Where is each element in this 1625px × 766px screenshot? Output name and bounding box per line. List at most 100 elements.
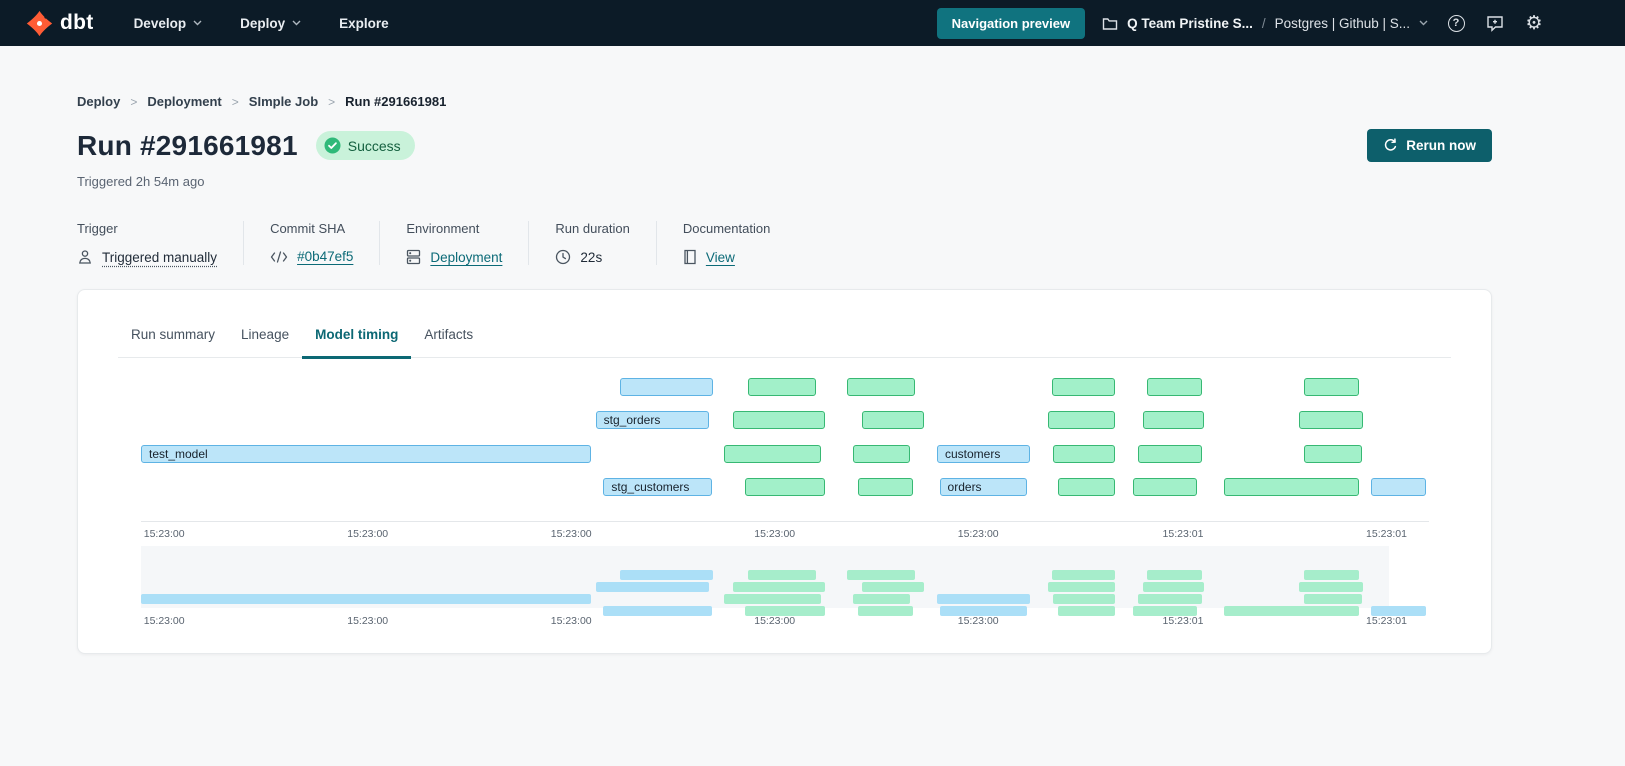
timing-bar[interactable] bbox=[858, 478, 912, 496]
timing-bar[interactable] bbox=[1133, 478, 1197, 496]
overview-bar[interactable] bbox=[724, 594, 821, 604]
timing-bar[interactable] bbox=[853, 445, 910, 463]
dbt-logo[interactable]: dbt bbox=[26, 10, 94, 37]
meta-value-link[interactable]: View bbox=[706, 250, 735, 265]
timing-bar[interactable] bbox=[733, 411, 824, 429]
overview-bar[interactable] bbox=[1053, 594, 1115, 604]
account-switcher[interactable]: Q Team Pristine S... / Postgres | Github… bbox=[1102, 16, 1428, 31]
timing-bar[interactable] bbox=[745, 478, 825, 496]
code-icon bbox=[270, 251, 288, 263]
timing-bar[interactable] bbox=[1048, 411, 1115, 429]
help-icon[interactable]: ? bbox=[1445, 12, 1467, 34]
meta-label: Documentation bbox=[683, 221, 770, 236]
meta-value: Triggered manually bbox=[102, 250, 217, 265]
breadcrumb-separator: > bbox=[328, 95, 335, 109]
timing-bar[interactable] bbox=[620, 378, 713, 396]
overview-bar[interactable] bbox=[620, 570, 713, 580]
rerun-now-button[interactable]: Rerun now bbox=[1367, 129, 1492, 162]
timing-bar[interactable] bbox=[862, 411, 924, 429]
meta-run-duration: Run duration 22s bbox=[528, 221, 655, 265]
overview-bar[interactable] bbox=[1052, 570, 1115, 580]
nav-item-label: Explore bbox=[339, 16, 389, 31]
timing-bar[interactable] bbox=[847, 378, 915, 396]
nav-item-explore[interactable]: Explore bbox=[339, 16, 389, 31]
account-separator: / bbox=[1262, 16, 1266, 31]
timing-bar[interactable] bbox=[748, 378, 816, 396]
meta-label: Trigger bbox=[77, 221, 217, 236]
overview-bar[interactable] bbox=[1058, 606, 1115, 616]
timing-bar[interactable] bbox=[1224, 478, 1359, 496]
meta-value-row: #0b47ef5 bbox=[270, 249, 353, 264]
timing-bar[interactable] bbox=[1304, 445, 1362, 463]
overview-bar[interactable] bbox=[858, 606, 912, 616]
folder-icon bbox=[1102, 16, 1118, 31]
overview-bar[interactable] bbox=[748, 570, 816, 580]
timing-bar-test-model[interactable]: test_model bbox=[141, 445, 591, 463]
overview-bar[interactable] bbox=[847, 570, 915, 580]
breadcrumb-item-simple-job[interactable]: SImple Job bbox=[249, 94, 318, 109]
settings-icon[interactable]: ⚙ bbox=[1523, 12, 1545, 34]
tab-run-summary[interactable]: Run summary bbox=[118, 327, 228, 359]
timing-bar-stg-customers[interactable]: stg_customers bbox=[603, 478, 711, 496]
overview-bar[interactable] bbox=[853, 594, 910, 604]
overview-bar[interactable] bbox=[862, 582, 924, 592]
overview-axis-tick: 15:23:00 bbox=[754, 615, 795, 627]
overview-bar[interactable] bbox=[733, 582, 824, 592]
timing-bar[interactable] bbox=[1052, 378, 1115, 396]
overview-axis-tick: 15:23:00 bbox=[551, 615, 592, 627]
meta-environment: Environment Deployment bbox=[379, 221, 528, 265]
feedback-icon[interactable] bbox=[1484, 12, 1506, 34]
model-timing-chart: stg_orders test_model customers stg_custome… bbox=[141, 358, 1429, 648]
overview-bar[interactable] bbox=[1304, 594, 1362, 604]
overview-bar[interactable] bbox=[1048, 582, 1115, 592]
gear-glyph: ⚙ bbox=[1525, 14, 1542, 33]
timing-bar-orders[interactable]: orders bbox=[940, 478, 1028, 496]
meta-label: Run duration bbox=[555, 221, 629, 236]
timing-bar[interactable] bbox=[1304, 378, 1359, 396]
meta-value-link[interactable]: #0b47ef5 bbox=[297, 249, 353, 264]
overview-bar[interactable] bbox=[1299, 582, 1363, 592]
overview-bar[interactable] bbox=[1304, 570, 1359, 580]
timing-bar[interactable] bbox=[724, 445, 821, 463]
breadcrumb-item-deployment[interactable]: Deployment bbox=[147, 94, 221, 109]
meta-value-row: Deployment bbox=[406, 249, 502, 265]
meta-label: Environment bbox=[406, 221, 502, 236]
x-axis-tick: 15:23:01 bbox=[1163, 528, 1204, 540]
overview-bar[interactable] bbox=[1147, 570, 1202, 580]
timing-bar[interactable] bbox=[1371, 478, 1426, 496]
breadcrumb: Deploy>Deployment>SImple Job>Run #291661… bbox=[77, 94, 1492, 109]
meta-documentation: Documentation View bbox=[656, 221, 796, 265]
overview-bar[interactable] bbox=[1143, 582, 1204, 592]
nav-item-develop[interactable]: Develop bbox=[134, 16, 203, 31]
overview-bar[interactable] bbox=[603, 606, 711, 616]
timing-bar[interactable] bbox=[1299, 411, 1363, 429]
overview-bar[interactable] bbox=[596, 582, 709, 592]
tab-lineage[interactable]: Lineage bbox=[228, 327, 302, 359]
meta-value-row: 22s bbox=[555, 249, 629, 265]
meta-value-link[interactable]: Deployment bbox=[430, 250, 502, 265]
timing-bar[interactable] bbox=[1053, 445, 1115, 463]
meta-value-row: Triggered manually bbox=[77, 249, 217, 265]
status-label: Success bbox=[348, 138, 401, 154]
overview-bar[interactable] bbox=[937, 594, 1030, 604]
breadcrumb-item-deploy[interactable]: Deploy bbox=[77, 94, 120, 109]
timing-bar[interactable] bbox=[1147, 378, 1202, 396]
success-check-icon bbox=[324, 137, 341, 154]
timing-bar-customers[interactable]: customers bbox=[937, 445, 1030, 463]
x-axis-tick: 15:23:00 bbox=[551, 528, 592, 540]
timing-bar[interactable] bbox=[1058, 478, 1115, 496]
overview-bar[interactable] bbox=[1224, 606, 1359, 616]
timing-bar-stg-orders[interactable]: stg_orders bbox=[596, 411, 709, 429]
timing-bar[interactable] bbox=[1143, 411, 1204, 429]
tab-model-timing[interactable]: Model timing bbox=[302, 327, 411, 359]
overview-bar[interactable] bbox=[141, 594, 591, 604]
nav-item-deploy[interactable]: Deploy bbox=[240, 16, 301, 31]
x-axis-tick: 15:23:01 bbox=[1366, 528, 1407, 540]
run-meta-row: TriggerTriggered manuallyCommit SHA#0b47… bbox=[77, 221, 1492, 265]
chevron-down-icon bbox=[1419, 20, 1428, 26]
chevron-down-icon bbox=[193, 20, 202, 26]
navigation-preview-button[interactable]: Navigation preview bbox=[937, 8, 1085, 39]
timing-bar[interactable] bbox=[1138, 445, 1202, 463]
overview-bar[interactable] bbox=[1138, 594, 1202, 604]
tab-artifacts[interactable]: Artifacts bbox=[411, 327, 486, 359]
